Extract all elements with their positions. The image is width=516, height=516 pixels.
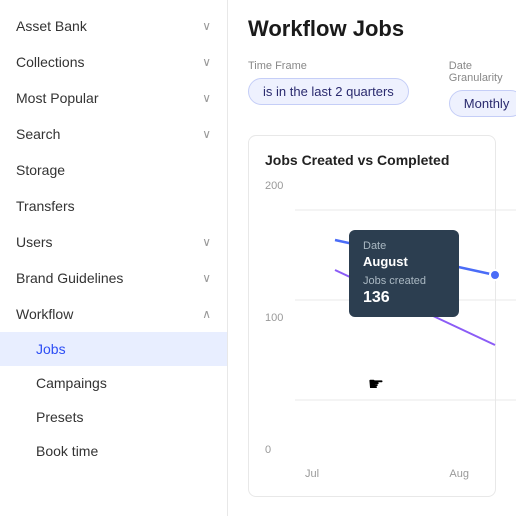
chart-card: Jobs Created vs Completed 200 100 0: [248, 135, 496, 497]
chart-title: Jobs Created vs Completed: [265, 152, 479, 168]
sidebar-item-workflow[interactable]: Workflow ∧: [0, 296, 227, 332]
y-axis: 200 100 0: [265, 180, 283, 480]
sidebar-sub-item-presets[interactable]: Presets: [0, 400, 227, 434]
time-frame-filter: Time Frame is in the last 2 quarters: [248, 60, 409, 117]
chevron-down-icon: ∨: [202, 235, 211, 249]
sidebar-item-label: Search: [16, 126, 60, 142]
sidebar-item-label: Transfers: [16, 198, 75, 214]
y-label-100: 100: [265, 312, 283, 324]
y-label-200: 200: [265, 180, 283, 192]
sidebar-item-collections[interactable]: Collections ∨: [0, 44, 227, 80]
sidebar-sub-item-jobs[interactable]: Jobs: [0, 332, 227, 366]
chevron-down-icon: ∨: [202, 91, 211, 105]
date-granularity-filter: Date Granularity Monthly: [449, 60, 516, 117]
chevron-down-icon: ∨: [202, 271, 211, 285]
sidebar-item-label: Users: [16, 234, 53, 250]
sidebar: Asset Bank ∨ Collections ∨ Most Popular …: [0, 0, 228, 516]
sidebar-item-most-popular[interactable]: Most Popular ∨: [0, 80, 227, 116]
sidebar-item-label: Workflow: [16, 306, 73, 322]
date-granularity-pill[interactable]: Monthly: [449, 90, 516, 117]
x-label-aug: Aug: [449, 468, 469, 480]
time-frame-label: Time Frame: [248, 60, 409, 72]
sidebar-sub-item-label: Presets: [36, 409, 83, 425]
sidebar-item-search[interactable]: Search ∨: [0, 116, 227, 152]
sidebar-item-storage[interactable]: Storage: [0, 152, 227, 188]
chevron-down-icon: ∨: [202, 127, 211, 141]
x-axis: Jul Aug: [295, 468, 479, 480]
sidebar-item-asset-bank[interactable]: Asset Bank ∨: [0, 8, 227, 44]
sidebar-item-label: Asset Bank: [16, 18, 87, 34]
time-frame-pill[interactable]: is in the last 2 quarters: [248, 78, 409, 105]
sidebar-item-transfers[interactable]: Transfers: [0, 188, 227, 224]
chart-svg: [295, 180, 516, 450]
sidebar-sub-item-book-time[interactable]: Book time: [0, 434, 227, 468]
sidebar-sub-item-label: Jobs: [36, 341, 66, 357]
page-title: Workflow Jobs: [248, 16, 496, 42]
filters-row: Time Frame is in the last 2 quarters Dat…: [248, 60, 496, 117]
y-label-0: 0: [265, 444, 283, 456]
sidebar-item-label: Storage: [16, 162, 65, 178]
chart-area: 200 100 0 Date: [265, 180, 479, 480]
sidebar-sub-item-campaigns[interactable]: Campaings: [0, 366, 227, 400]
date-granularity-label: Date Granularity: [449, 60, 516, 84]
sidebar-item-label: Brand Guidelines: [16, 270, 123, 286]
sidebar-item-users[interactable]: Users ∨: [0, 224, 227, 260]
chevron-down-icon: ∨: [202, 55, 211, 69]
sidebar-item-label: Most Popular: [16, 90, 98, 106]
cursor-icon: ☛: [368, 374, 384, 395]
main-content: Workflow Jobs Time Frame is in the last …: [228, 0, 516, 516]
sidebar-item-brand-guidelines[interactable]: Brand Guidelines ∨: [0, 260, 227, 296]
chevron-down-icon: ∨: [202, 19, 211, 33]
sidebar-sub-item-label: Book time: [36, 443, 98, 459]
x-label-jul: Jul: [305, 468, 319, 480]
sidebar-sub-item-label: Campaings: [36, 375, 107, 391]
sidebar-item-label: Collections: [16, 54, 84, 70]
chevron-up-icon: ∧: [202, 307, 211, 321]
